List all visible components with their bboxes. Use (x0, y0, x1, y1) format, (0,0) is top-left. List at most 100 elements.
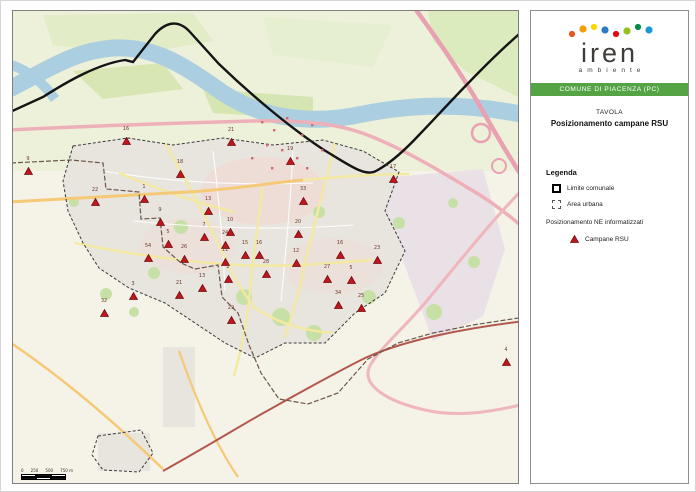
rsu-marker-label: 16 (123, 126, 129, 132)
rsu-marker: 16 (122, 132, 131, 140)
rsu-marker-triangle-icon (286, 157, 295, 165)
rsu-marker-triangle-icon (357, 304, 366, 312)
rsu-marker: 20 (294, 225, 303, 233)
rsu-marker: 12 (292, 254, 301, 262)
rsu-marker-triangle-icon (262, 270, 271, 278)
rsu-marker-label: 27 (324, 264, 330, 270)
markers-layer: 9162118191713322139102075241516165426231… (13, 11, 518, 483)
document-page: 9162118191713322139102075241516165426231… (0, 0, 696, 492)
rsu-marker: 9 (156, 213, 165, 221)
rsu-marker-triangle-icon (227, 316, 236, 324)
rsu-marker: 33 (299, 192, 308, 200)
rsu-marker-label: 10 (227, 217, 233, 223)
iren-logo-text: iren (531, 41, 688, 65)
rsu-marker-triangle-icon (389, 175, 398, 183)
rsu-marker: 21 (227, 133, 236, 141)
rsu-marker: 18 (176, 165, 185, 173)
rsu-marker-label: 29 (228, 305, 234, 311)
rsu-marker-label: 21 (228, 127, 234, 133)
rsu-marker-label: 26 (181, 244, 187, 250)
rsu-marker-label: 2 (226, 264, 229, 270)
rsu-marker-triangle-icon (294, 230, 303, 238)
rsu-marker-label: 4 (504, 347, 507, 353)
rsu-marker-label: 54 (145, 243, 151, 249)
rsu-marker-label: 11 (222, 247, 228, 253)
rsu-marker-label: 32 (101, 298, 107, 304)
rsu-marker: 26 (180, 250, 189, 258)
rsu-marker: 25 (357, 299, 366, 307)
rsu-marker: 7 (200, 228, 209, 236)
rsu-marker: 32 (100, 304, 109, 312)
rsu-marker-triangle-icon (241, 251, 250, 259)
rsu-marker-label: 15 (242, 240, 248, 246)
rsu-marker-label: 20 (295, 219, 301, 225)
scale-bar-cell (21, 477, 36, 480)
rsu-marker-label: 16 (256, 240, 262, 246)
scale-label: 250 (31, 468, 39, 473)
map-panel: 9162118191713322139102075241516165426231… (12, 10, 519, 484)
rsu-marker-label: 25 (358, 293, 364, 299)
rsu-marker: 4 (502, 353, 511, 361)
rsu-marker-label: 9 (158, 207, 161, 213)
rsu-marker-label: 13 (205, 196, 211, 202)
rsu-marker-triangle-icon (200, 233, 209, 241)
rsu-marker: 16 (336, 246, 345, 254)
rsu-marker-label: 34 (335, 290, 341, 296)
rsu-marker-triangle-icon (122, 137, 131, 145)
legend-item-label: Area urbana (567, 201, 603, 208)
rsu-marker-triangle-icon (164, 240, 173, 248)
scale-bar-cell (36, 477, 51, 480)
rsu-marker: 29 (227, 311, 236, 319)
rsu-marker-label: 28 (263, 259, 269, 265)
rsu-marker-triangle-icon (24, 167, 33, 175)
rsu-marker-triangle-icon (299, 197, 308, 205)
rsu-marker-triangle-icon (373, 256, 382, 264)
legend-item-limite-comunale: Limite comunale (552, 184, 688, 193)
rsu-marker: 54 (144, 249, 153, 257)
rsu-marker: 23 (373, 251, 382, 259)
rsu-marker-triangle-icon (502, 358, 511, 366)
rsu-marker: 19 (286, 152, 295, 160)
rsu-marker: 1 (140, 190, 149, 198)
rsu-marker-triangle-icon (180, 255, 189, 263)
rsu-marker: 34 (334, 296, 343, 304)
rsu-marker: 3 (129, 287, 138, 295)
rsu-marker-label: 5 (349, 265, 352, 271)
map-scale-bar: 0 250 500 750 m (21, 468, 73, 480)
map-title: Posizionamento campane RSU (531, 119, 688, 128)
rsu-marker: 28 (262, 265, 271, 273)
rsu-marker-triangle-icon (227, 138, 236, 146)
rsu-marker: 13 (204, 202, 213, 210)
area-urbana-symbol (552, 200, 561, 209)
rsu-marker-triangle-icon (144, 254, 153, 262)
rsu-marker: 5 (164, 235, 173, 243)
rsu-marker-label: 3 (131, 281, 134, 287)
rsu-marker: 21 (175, 286, 184, 294)
legend-group-heading: Posizionamento NE informatizzati (546, 219, 688, 226)
iren-logo-subtitle: ambiente (531, 67, 688, 74)
rsu-marker: 5 (347, 271, 356, 279)
legend-item-label: Limite comunale (567, 185, 614, 192)
rsu-marker-label: 9 (26, 156, 29, 162)
rsu-marker-label: 18 (177, 159, 183, 165)
rsu-marker-triangle-icon (323, 275, 332, 283)
rsu-marker-triangle-icon (204, 207, 213, 215)
rsu-marker-triangle-icon (175, 291, 184, 299)
rsu-marker-triangle-icon (347, 276, 356, 284)
rsu-marker-triangle-icon (91, 198, 100, 206)
rsu-marker-triangle-icon (292, 259, 301, 267)
rsu-marker-label: 22 (92, 187, 98, 193)
rsu-marker-triangle-icon (334, 301, 343, 309)
title-block-panel: iren ambiente COMUNE DI PIACENZA (PC) TA… (530, 10, 689, 484)
legend: Legenda Limite comunale Area urbana Posi… (531, 168, 688, 243)
rsu-marker-triangle-icon (198, 284, 207, 292)
rsu-marker: 17 (389, 170, 398, 178)
rsu-marker-triangle-icon (140, 195, 149, 203)
rsu-marker: 13 (198, 279, 207, 287)
rsu-marker: 24 (221, 236, 230, 244)
rsu-marker-label: 17 (390, 164, 396, 170)
rsu-marker-triangle-icon (129, 292, 138, 300)
rsu-marker-label: 7 (202, 222, 205, 228)
rsu-marker-label: 21 (176, 280, 182, 286)
rsu-marker-triangle-icon (176, 170, 185, 178)
